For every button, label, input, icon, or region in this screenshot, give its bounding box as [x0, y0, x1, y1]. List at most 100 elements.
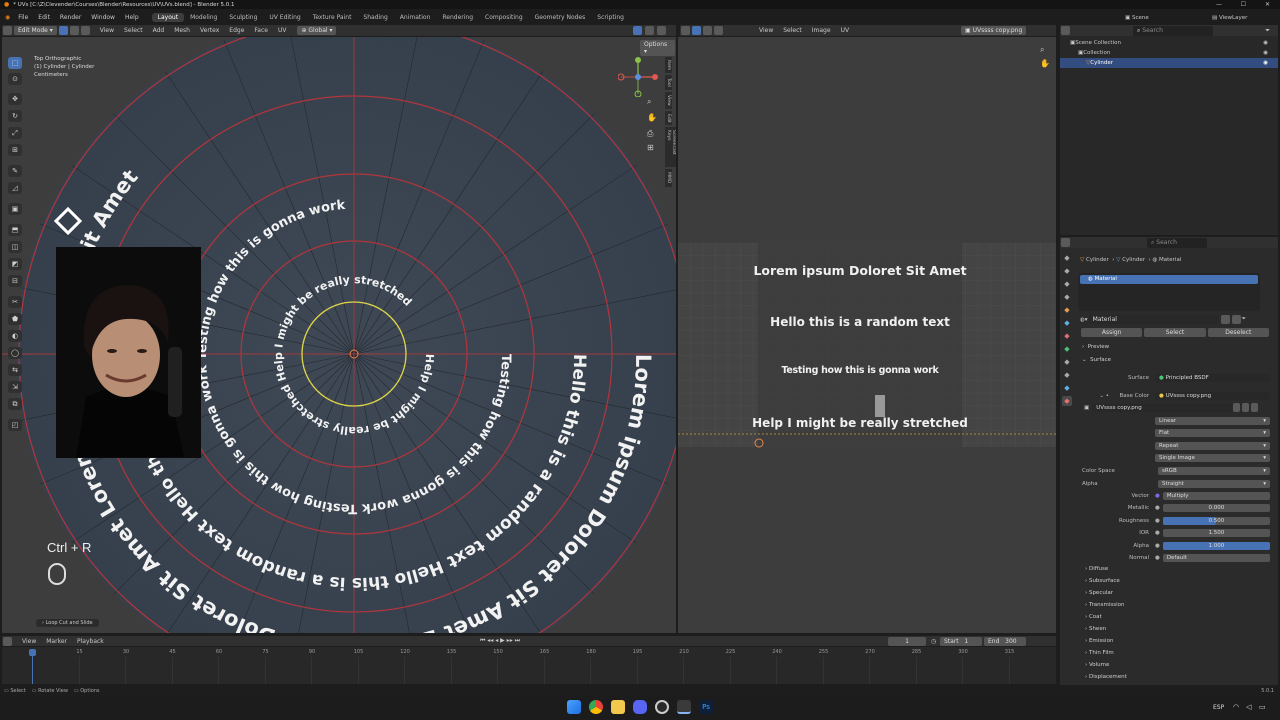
- tool-rotate[interactable]: ↻: [8, 110, 22, 122]
- viewport-menu-uv[interactable]: UV: [273, 27, 292, 34]
- viewport-menu-edge[interactable]: Edge: [224, 27, 249, 34]
- workspace-tab-layout[interactable]: Layout: [151, 13, 185, 22]
- subsection-specular[interactable]: › Specular: [1085, 590, 1113, 596]
- viewport-menu-vertex[interactable]: Vertex: [195, 27, 224, 34]
- alpha-field[interactable]: 1.000: [1162, 541, 1270, 550]
- filter-icon[interactable]: ⏷: [1265, 27, 1270, 35]
- viewport-menu-add[interactable]: Add: [148, 27, 170, 34]
- viewport-menu-select[interactable]: Select: [119, 27, 148, 34]
- image-option-flat[interactable]: Flat ▾: [1155, 429, 1270, 437]
- blender-menu-icon[interactable]: ◉: [5, 14, 10, 21]
- minimize-button[interactable]: —: [1216, 1, 1222, 8]
- subsection-volume[interactable]: › Volume: [1085, 662, 1109, 668]
- properties-search[interactable]: ⌕ Search: [1147, 237, 1207, 248]
- workspace-tab-texture-paint[interactable]: Texture Paint: [307, 13, 358, 22]
- tool-shear[interactable]: ⧉: [8, 398, 22, 410]
- sidebar-tab-mmd[interactable]: MMD: [665, 169, 672, 187]
- shading-solid-icon[interactable]: [633, 26, 642, 35]
- obs-icon[interactable]: [655, 700, 669, 714]
- properties-tab-0[interactable]: ◆: [1062, 253, 1072, 263]
- subsection-diffuse[interactable]: › Diffuse: [1085, 566, 1108, 572]
- sidebar-tab-item[interactable]: Item: [665, 57, 672, 74]
- roughness-field[interactable]: 0.500: [1162, 516, 1270, 525]
- image-option-single-image[interactable]: Single Image ▾: [1155, 454, 1270, 462]
- image-name-field[interactable]: UVssss copy.png: [1092, 403, 1233, 412]
- navigation-gizmo[interactable]: [618, 57, 658, 97]
- image-option-linear[interactable]: Linear ▾: [1155, 416, 1270, 425]
- tool-inset[interactable]: ◫: [8, 241, 22, 253]
- tool-add-cube[interactable]: ▣: [8, 203, 22, 215]
- material-name-field[interactable]: Material: [1088, 315, 1219, 324]
- visibility-eye-icon[interactable]: ◉: [1263, 60, 1268, 66]
- workspace-tab-sculpting[interactable]: Sculpting: [223, 13, 263, 22]
- vector-field[interactable]: Multiply: [1162, 491, 1270, 500]
- workspace-tab-uv-editing[interactable]: UV Editing: [263, 13, 306, 22]
- subsection-sheen[interactable]: › Sheen: [1085, 626, 1106, 632]
- metallic-field[interactable]: 0.000: [1162, 504, 1270, 512]
- viewport-menu-view[interactable]: View: [95, 27, 119, 34]
- image-unlink-icon[interactable]: [1251, 403, 1259, 412]
- material-slot-list[interactable]: ◍ Material: [1078, 273, 1260, 311]
- assign-button[interactable]: Assign: [1081, 327, 1143, 337]
- blender-taskbar-icon[interactable]: [677, 700, 691, 714]
- preview-section[interactable]: › Preview: [1082, 344, 1109, 350]
- tool-edge-slide[interactable]: ⇆: [8, 364, 22, 376]
- discord-icon[interactable]: [633, 700, 647, 714]
- vertex-select-icon[interactable]: [58, 26, 68, 35]
- 3d-viewport[interactable]: Lorem ipsum Doloret Sit Amet Lorem ipsum…: [2, 37, 676, 633]
- subsection-emission[interactable]: › Emission: [1085, 638, 1113, 644]
- ior-field[interactable]: 1.500: [1162, 529, 1270, 537]
- timeline-menu-marker[interactable]: Marker: [41, 638, 72, 645]
- workspace-tab-shading[interactable]: Shading: [357, 13, 393, 22]
- menu-help[interactable]: Help: [120, 14, 144, 21]
- tool-knife[interactable]: ✂: [8, 296, 22, 308]
- tool-bevel[interactable]: ◩: [8, 258, 22, 270]
- viewport-menu-mesh[interactable]: Mesh: [169, 27, 195, 34]
- properties-tab-2[interactable]: ◆: [1062, 279, 1072, 289]
- scene-selector[interactable]: ▣ Scene: [1125, 15, 1149, 21]
- viewport-menu-face[interactable]: Face: [249, 27, 273, 34]
- grid-icon[interactable]: ⊞: [647, 143, 654, 152]
- filter-icon[interactable]: ⏷: [1242, 316, 1246, 323]
- tool-measure[interactable]: ◿: [8, 182, 22, 194]
- normal-field[interactable]: Default: [1162, 554, 1270, 562]
- image-new-icon[interactable]: [1233, 403, 1241, 412]
- tool-smooth[interactable]: ◯: [8, 347, 22, 359]
- subsection-subsurface[interactable]: › Subsurface: [1085, 578, 1120, 584]
- editor-type-icon[interactable]: [3, 26, 12, 35]
- timeline-type-icon[interactable]: [3, 636, 12, 646]
- uv-menu-image[interactable]: Image: [807, 27, 836, 34]
- visibility-eye-icon[interactable]: ◉: [1263, 50, 1268, 56]
- duplicate-material-icon[interactable]: [1220, 315, 1230, 324]
- properties-tab-3[interactable]: ◆: [1062, 292, 1072, 302]
- uv-edge-icon[interactable]: [714, 26, 723, 35]
- menu-render[interactable]: Render: [55, 14, 86, 21]
- wifi-icon[interactable]: ◠: [1233, 703, 1239, 711]
- timeline-menu-view[interactable]: View: [17, 638, 41, 645]
- language-indicator[interactable]: ESP: [1213, 704, 1224, 711]
- tool-cursor[interactable]: ⊙: [8, 73, 22, 85]
- workspace-tab-animation[interactable]: Animation: [394, 13, 437, 22]
- pan-icon[interactable]: ✋: [647, 113, 657, 122]
- color-space-field[interactable]: sRGB ▾: [1158, 466, 1270, 475]
- workspace-tab-modeling[interactable]: Modeling: [184, 13, 223, 22]
- properties-tab-7[interactable]: ◆: [1062, 344, 1072, 354]
- subsection-transmission[interactable]: › Transmission: [1085, 602, 1124, 608]
- shading-material-icon[interactable]: [645, 26, 654, 35]
- chrome-icon[interactable]: [589, 700, 603, 714]
- unlink-material-icon[interactable]: [1231, 315, 1241, 324]
- tool-poly-build[interactable]: ⬟: [8, 313, 22, 325]
- timeline-menu-playback[interactable]: Playback: [72, 638, 109, 645]
- uv-pan-icon[interactable]: ✋: [1040, 59, 1050, 68]
- uv-editor-type-icon[interactable]: [681, 26, 690, 35]
- uv-zoom-icon[interactable]: ⌕: [1040, 45, 1044, 55]
- material-slot[interactable]: ◍ Material: [1080, 275, 1258, 284]
- uv-editor[interactable]: ⌕ ✋ Lorem ipsum Doloret Sit Amet Hello th…: [678, 37, 1056, 633]
- camera-icon[interactable]: ⎙: [647, 129, 653, 139]
- tool-scale[interactable]: ⤢: [8, 127, 22, 139]
- subsection-coat[interactable]: › Coat: [1085, 614, 1102, 620]
- menu-edit[interactable]: Edit: [33, 14, 55, 21]
- sidebar-tab-screencast-keys[interactable]: Screencast Keys: [665, 127, 676, 168]
- subsection-thin-film[interactable]: › Thin Film: [1085, 650, 1114, 656]
- workspace-tab-rendering[interactable]: Rendering: [436, 13, 479, 22]
